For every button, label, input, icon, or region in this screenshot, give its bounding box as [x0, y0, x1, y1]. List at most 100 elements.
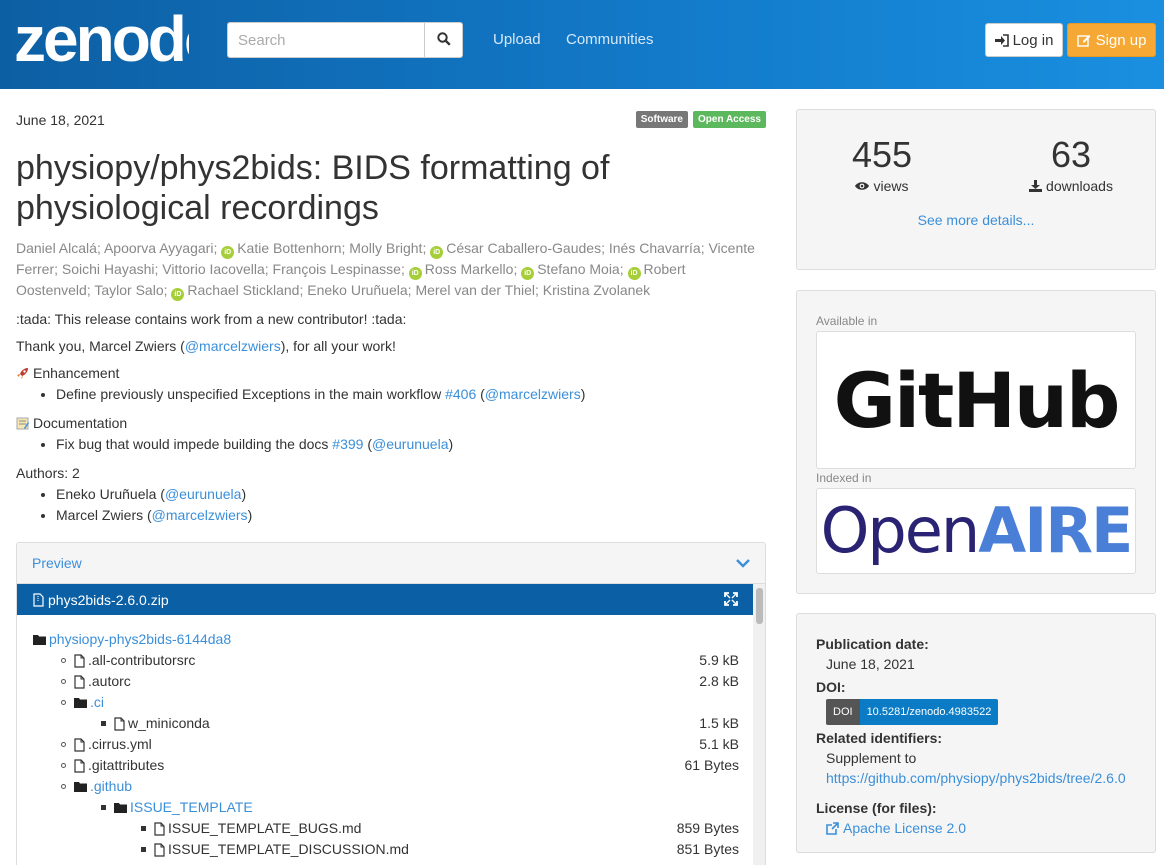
file-icon	[154, 842, 165, 857]
orcid-icon[interactable]: iD	[521, 267, 535, 280]
user-link[interactable]: @marcelzwiers	[185, 338, 281, 354]
preview-file-bar: phys2bids-2.6.0.zip	[17, 584, 754, 615]
tree-entry: ISSUE_TEMPLATE	[101, 797, 253, 818]
author-list: Daniel Alcalá; Apoorva Ayyagari; iD Katie…	[16, 238, 756, 301]
nav-upload-link[interactable]: Upload	[493, 31, 541, 48]
tree-entry-name: .github	[90, 778, 133, 794]
record-description: :tada: This release contains work from a…	[16, 310, 756, 535]
tree-entry-name: physiopy-phys2bids-6144da8	[49, 631, 232, 647]
tree-entry: .gitattributes	[61, 755, 164, 776]
tree-bullet	[141, 847, 146, 852]
signup-label: Sign up	[1095, 31, 1147, 49]
publication-date-value: June 18, 2021	[826, 656, 915, 672]
file-icon	[154, 821, 165, 836]
orcid-icon[interactable]: iD	[627, 267, 641, 280]
file-icon	[74, 737, 85, 752]
file-archive-icon	[33, 592, 44, 607]
views-label: views	[873, 178, 909, 194]
documentation-list: Fix bug that would impede building the d…	[56, 434, 756, 455]
related-type: Supplement to	[826, 750, 917, 766]
user-link[interactable]: @marcelzwiers	[152, 507, 248, 523]
scrollbar-thumb[interactable]	[756, 588, 763, 624]
user-link[interactable]: @eurunuela	[372, 436, 449, 452]
sign-in-icon	[994, 33, 1009, 47]
tree-row[interactable]: .github	[17, 776, 754, 797]
author-name: Kristina Zvolanek	[542, 282, 651, 298]
file-size: 1.5 kB	[699, 715, 739, 731]
tree-entry-name: .cirrus.yml	[88, 736, 152, 752]
downloads-label: downloads	[1046, 178, 1113, 194]
folder-icon	[74, 782, 87, 792]
tree-entry-name: .all-contributorsrc	[88, 652, 196, 668]
login-button[interactable]: Log in	[985, 23, 1063, 57]
file-size: 61 Bytes	[684, 757, 739, 773]
search-button[interactable]	[424, 22, 463, 58]
doi-value: DOI 10.5281/zenodo.4983522	[826, 697, 1146, 725]
login-label: Log in	[1012, 31, 1054, 49]
tree-entry: .ci	[61, 692, 104, 713]
file-icon	[74, 758, 85, 773]
tree-bullet	[61, 679, 66, 684]
github-logo-link[interactable]: GitHub	[816, 331, 1136, 469]
openaire-logo-link[interactable]: OpenAIRE	[816, 488, 1136, 574]
tree-row[interactable]: physiopy-phys2bids-6144da8	[17, 629, 754, 650]
memo-icon	[16, 417, 29, 430]
eye-icon	[855, 182, 870, 190]
folder-icon	[114, 803, 127, 813]
license-label: License (for files):	[816, 800, 937, 816]
desc-thanks: Thank you, Marcel Zwiers (@marcelzwiers)…	[16, 338, 396, 354]
tree-bullet	[61, 763, 66, 768]
chevron-down-icon[interactable]	[736, 558, 750, 568]
issue-link[interactable]: #406	[445, 386, 476, 402]
tree-entry: physiopy-phys2bids-6144da8	[33, 629, 231, 650]
issue-link[interactable]: #399	[332, 436, 363, 452]
available-panel: Available in GitHub Indexed in OpenAIRE	[796, 290, 1156, 594]
search-box	[227, 22, 463, 58]
license-link[interactable]: Apache License 2.0	[826, 818, 966, 838]
file-icon	[74, 674, 85, 689]
doi-label: DOI:	[816, 679, 846, 695]
see-more-details-link[interactable]: See more details...	[797, 212, 1155, 228]
zenodo-logo[interactable]: zenodo	[14, 8, 189, 68]
file-tree: physiopy-phys2bids-6144da8 .all-contribut…	[17, 629, 754, 860]
orcid-icon[interactable]: iD	[171, 288, 185, 301]
signup-button[interactable]: Sign up	[1067, 23, 1156, 57]
search-icon	[436, 31, 451, 46]
preview-label: Preview	[32, 555, 82, 571]
user-link[interactable]: @eurunuela	[165, 486, 242, 502]
file-size: 2.8 kB	[699, 673, 739, 689]
tree-row[interactable]: ISSUE_TEMPLATE	[17, 797, 754, 818]
tree-row: ISSUE_TEMPLATE_DISCUSSION.md 851 Bytes	[17, 839, 754, 860]
author-name: Merel van der Thiel	[415, 282, 536, 298]
doi-badge[interactable]: DOI 10.5281/zenodo.4983522	[826, 699, 999, 725]
folder-icon	[33, 635, 46, 645]
stats-panel: 455 views 63 downloads See more details.…	[796, 109, 1156, 270]
metadata-panel: Publication date: June 18, 2021 DOI: DOI…	[796, 613, 1156, 853]
download-icon	[1029, 180, 1043, 192]
nav-communities-link[interactable]: Communities	[566, 31, 654, 48]
preview-header[interactable]: Preview	[17, 543, 765, 584]
orcid-icon[interactable]: iD	[430, 246, 444, 259]
preview-scrollbar[interactable]	[753, 584, 765, 865]
record-badges: Software Open Access	[635, 111, 766, 128]
tree-entry: .github	[61, 776, 132, 797]
orcid-icon[interactable]: iD	[408, 267, 422, 280]
openaire-logo: OpenAIRE	[820, 494, 1134, 567]
search-input[interactable]	[227, 22, 425, 58]
file-size: 5.1 kB	[699, 736, 739, 752]
documentation-heading: Documentation	[16, 414, 756, 432]
fullscreen-icon[interactable]	[724, 592, 738, 606]
tree-entry: ISSUE_TEMPLATE_BUGS.md	[141, 818, 361, 839]
tree-row[interactable]: .ci	[17, 692, 754, 713]
tree-row: .gitattributes 61 Bytes	[17, 755, 754, 776]
user-link[interactable]: @marcelzwiers	[485, 386, 581, 402]
author-name: Soichi Hayashi	[61, 261, 155, 277]
tree-row: w_miniconda 1.5 kB	[17, 713, 754, 734]
orcid-icon[interactable]: iD	[221, 246, 235, 259]
edit-icon	[1076, 35, 1091, 47]
list-item: Define previously unspecified Exceptions…	[56, 384, 756, 405]
author-name: Taylor Salo	[94, 282, 164, 298]
related-url-link[interactable]: https://github.com/physiopy/phys2bids/tr…	[826, 770, 1126, 786]
preview-file-name: phys2bids-2.6.0.zip	[48, 591, 169, 608]
file-size: 851 Bytes	[676, 841, 739, 857]
